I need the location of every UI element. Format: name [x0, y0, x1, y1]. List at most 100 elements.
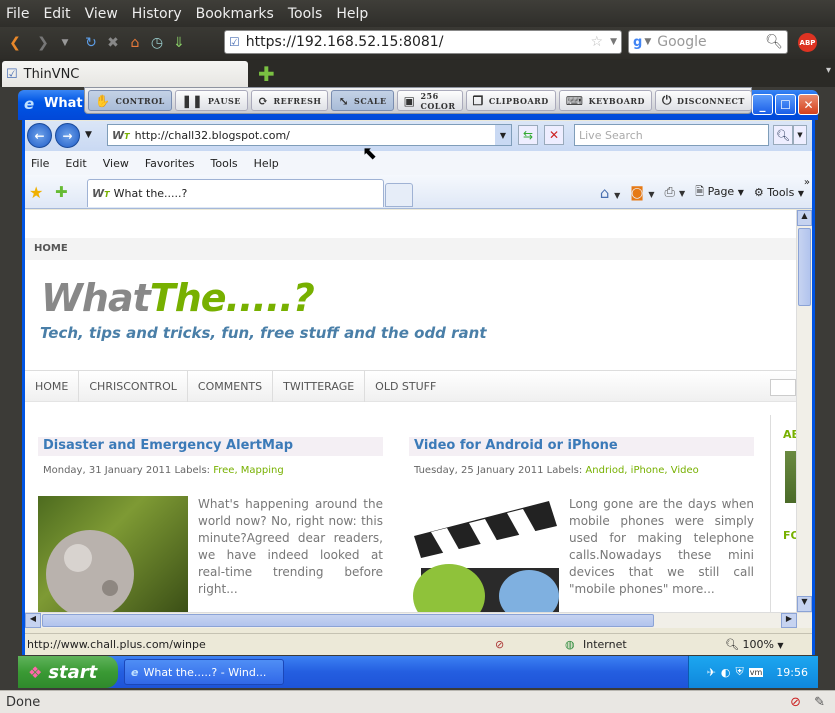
forward-icon[interactable]: ❯	[32, 32, 54, 54]
ie-menu-help[interactable]: Help	[254, 157, 279, 170]
edit-status-icon[interactable]: ✎	[814, 695, 825, 710]
stop-icon[interactable]: ✖	[102, 32, 124, 54]
ie-back-button[interactable]: ←	[27, 123, 52, 148]
ie-menu-tools[interactable]: Tools	[211, 157, 238, 170]
page-menu-button[interactable]: 🗎︎ Page ▼	[695, 183, 744, 202]
taskbar-ie-window[interactable]: e What the.....? - Wind...	[124, 659, 284, 685]
audio-icon[interactable]: ◐	[721, 666, 731, 679]
tab-scroll-icon[interactable]: ▾	[826, 65, 831, 76]
address-dropdown-icon[interactable]: ▼	[495, 125, 511, 145]
search-icon[interactable]: 🔍︎	[765, 34, 783, 50]
menu-edit[interactable]: Edit	[43, 6, 70, 22]
tab-thinvnc[interactable]: ☑ ThinVNC	[2, 61, 248, 87]
internet-zone-label: Internet	[583, 638, 627, 651]
scale-button[interactable]: ⤡ SCALE	[331, 90, 394, 111]
print-icon[interactable]: ⎙ ▼	[665, 185, 686, 200]
bookmark-star-icon[interactable]: ☆	[590, 34, 603, 50]
ie-refresh-button[interactable]: ⇆	[518, 125, 538, 145]
url-bar[interactable]: ☑ https://192.168.52.15:8081/ ☆ ▼	[224, 30, 622, 54]
sidebar-thumbnail[interactable]	[785, 451, 796, 503]
ie-menu-view[interactable]: View	[103, 157, 129, 170]
live-search-input[interactable]: Live Search	[574, 124, 769, 146]
post-1-image-ball[interactable]	[38, 496, 188, 612]
nav-twitterage[interactable]: TWITTERAGE	[273, 370, 366, 402]
post-1-labels[interactable]: Free, Mapping	[213, 465, 284, 476]
popup-blocker-icon[interactable]: ⊘	[495, 638, 504, 651]
horizontal-scroll-thumb[interactable]	[42, 614, 654, 627]
vertical-scrollbar[interactable]: ▲ ▼	[796, 210, 812, 612]
network-icon[interactable]: ✈	[707, 666, 716, 679]
menu-tools[interactable]: Tools	[288, 6, 323, 22]
maximize-button[interactable]: ☐	[775, 94, 796, 115]
vertical-scroll-thumb[interactable]	[798, 228, 811, 306]
web-page[interactable]: HOME WhatThe.....? Tech, tips and tricks…	[25, 210, 796, 612]
search-options-icon[interactable]: ▼	[793, 125, 807, 145]
ie-address-bar[interactable]: WT http://chall32.blogspot.com/ ▼	[107, 124, 512, 146]
start-button[interactable]: ❖ start	[18, 656, 118, 688]
site-identity-icon[interactable]: ☑	[229, 35, 240, 49]
scroll-left-icon[interactable]: ◀	[25, 613, 41, 628]
ie-stop-button[interactable]: ✕	[544, 125, 564, 145]
nav-chriscontrol[interactable]: CHRISCONTROL	[79, 370, 188, 402]
close-button[interactable]: ✕	[798, 94, 819, 115]
ie-menu-edit[interactable]: Edit	[65, 157, 86, 170]
back-icon[interactable]: ❮	[4, 32, 26, 54]
ie-menu-favorites[interactable]: Favorites	[145, 157, 195, 170]
download-icon[interactable]: ⇓	[168, 32, 190, 54]
menu-view[interactable]: View	[85, 6, 118, 22]
blog-top-home[interactable]: HOME	[25, 238, 796, 260]
rss-feed-icon[interactable]: ◙ ▼	[630, 185, 654, 201]
tools-menu-button[interactable]: ⚙ Tools ▼	[754, 186, 804, 199]
adblock-icon[interactable]: ABP	[798, 33, 817, 52]
pause-button[interactable]: ❚❚ PAUSE	[174, 90, 248, 111]
google-engine-icon[interactable]: g	[633, 35, 642, 50]
clipboard-button[interactable]: ❐ CLIPBOARD	[465, 90, 556, 111]
blog-title[interactable]: WhatThe.....?	[41, 276, 315, 320]
disconnect-button[interactable]: ⏻ DISCONNECT	[655, 90, 752, 111]
ie-tab-whatthe[interactable]: WT What the.....?	[87, 179, 384, 207]
menu-help[interactable]: Help	[336, 6, 368, 22]
keyboard-button[interactable]: ⌨ KEYBOARD	[558, 90, 652, 111]
engine-dropdown-icon[interactable]: ▼	[644, 37, 651, 47]
ie-recent-dropdown-icon[interactable]: ▼	[85, 130, 92, 140]
post-1-title[interactable]: Disaster and Emergency AlertMap	[38, 437, 383, 456]
post-2-labels[interactable]: Andriod, iPhone, Video	[585, 465, 698, 476]
url-dropdown-icon[interactable]: ▼	[610, 37, 617, 47]
nav-comments[interactable]: COMMENTS	[188, 370, 274, 402]
nav-old-stuff[interactable]: OLD STUFF	[365, 370, 446, 402]
search-bar[interactable]: g ▼ Google 🔍︎	[628, 30, 788, 54]
vmware-icon[interactable]: vm	[748, 667, 764, 677]
scroll-right-icon[interactable]: ▶	[781, 613, 797, 628]
sidebar-heading-b: FO	[783, 529, 796, 542]
horizontal-scrollbar[interactable]: ◀ ▶	[25, 612, 812, 628]
scroll-down-icon[interactable]: ▼	[797, 596, 812, 612]
add-favorite-icon[interactable]: ✚	[55, 183, 68, 201]
adblock-status-icon[interactable]: ⊘	[790, 695, 801, 710]
menu-file[interactable]: File	[6, 6, 29, 22]
nav-home[interactable]: HOME	[25, 370, 80, 402]
ie-forward-button[interactable]: →	[55, 123, 80, 148]
ie-new-tab-button[interactable]	[385, 183, 413, 207]
ie-menu-file[interactable]: File	[31, 157, 49, 170]
scroll-up-icon[interactable]: ▲	[797, 210, 812, 226]
favorites-star-icon[interactable]: ★	[29, 183, 43, 202]
minimize-button[interactable]: _	[752, 94, 773, 115]
reload-icon[interactable]: ↻	[80, 32, 102, 54]
live-search-icon[interactable]: 🔍︎	[773, 125, 793, 145]
clock-icon[interactable]: ◷	[146, 32, 168, 54]
new-tab-icon[interactable]: ✚	[258, 62, 275, 86]
color-256-button[interactable]: ▣ 256 COLOR	[396, 90, 463, 111]
history-dropdown-icon[interactable]: ▼	[54, 32, 76, 54]
refresh-button[interactable]: ⟳ REFRESH	[250, 90, 329, 111]
control-button[interactable]: ✋ CONTROL	[88, 90, 172, 111]
shield-icon[interactable]: ⛨	[736, 665, 744, 679]
blog-search-box[interactable]	[770, 379, 796, 396]
chevron-more-icon[interactable]: »	[804, 177, 810, 188]
post-2-title[interactable]: Video for Android or iPhone	[409, 437, 754, 456]
ie-home-icon[interactable]: ⌂ ▼	[600, 184, 620, 202]
post-2-image-clapper[interactable]	[409, 496, 559, 612]
menu-history[interactable]: History	[132, 6, 182, 22]
home-icon[interactable]: ⌂	[124, 32, 146, 54]
zoom-control[interactable]: 🔍︎ 100% ▼	[725, 638, 784, 651]
menu-bookmarks[interactable]: Bookmarks	[196, 6, 274, 22]
